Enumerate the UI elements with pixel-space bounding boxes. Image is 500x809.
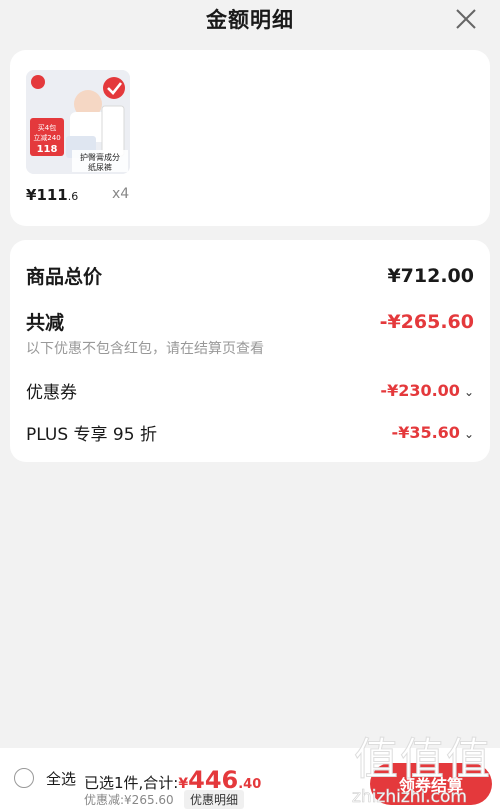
badge-line-1: 买4包: [38, 123, 56, 132]
caption-line-1: 护臀膏成分: [80, 152, 120, 162]
product-price: ¥111.6: [26, 186, 79, 204]
product-quantity: x4: [112, 186, 130, 202]
coupon-row[interactable]: 优惠券 -¥230.00 ⌄: [26, 378, 474, 403]
reduce-label: 共减: [26, 312, 65, 334]
header: 金额明细: [0, 0, 500, 38]
discount-amount: 优惠减:¥265.60: [84, 793, 174, 807]
amount-detail-card: 商品总价 ¥712.00 共减 -¥265.60 以下优惠不包含红包，请在结算页…: [10, 240, 490, 462]
total-label: 商品总价: [26, 266, 103, 288]
product-image[interactable]: 买4包 立减240 118 护臀膏成分 纸尿裤: [26, 70, 130, 174]
plus-label: PLUS 专享 95 折: [26, 425, 157, 445]
coupon-value: -¥230.00: [380, 381, 460, 400]
close-icon[interactable]: [454, 7, 478, 31]
discount-detail-link[interactable]: 优惠明细: [184, 790, 245, 809]
badge-line-2: 立减240: [33, 133, 60, 142]
badge-line-3: 118: [37, 144, 58, 155]
reduce-row: 共减 -¥265.60: [26, 308, 474, 335]
reduce-value: -¥265.60: [379, 310, 474, 333]
checkout-button[interactable]: 领券结算: [370, 763, 492, 805]
select-all-radio[interactable]: [14, 768, 34, 788]
total-value: ¥712.00: [387, 264, 474, 287]
caption-line-2: 纸尿裤: [88, 162, 112, 172]
plus-value: -¥35.60: [391, 423, 460, 442]
product-card: 买4包 立减240 118 护臀膏成分 纸尿裤 ¥111.6 x4: [10, 50, 490, 226]
coupon-label: 优惠券: [26, 383, 77, 403]
page-title: 金额明细: [206, 8, 294, 32]
plus-row[interactable]: PLUS 专享 95 折 -¥35.60 ⌄: [26, 420, 474, 445]
checkout-bar: 全选 已选1件,合计:¥446.40 优惠减:¥265.60 优惠明细 领券结算: [0, 748, 500, 809]
chevron-down-icon: ⌄: [463, 427, 474, 441]
select-all-label[interactable]: 全选: [46, 768, 76, 789]
chevron-down-icon: ⌄: [463, 385, 474, 399]
discount-note: 以下优惠不包含红包，请在结算页查看: [26, 341, 264, 357]
total-row: 商品总价 ¥712.00: [26, 262, 474, 289]
